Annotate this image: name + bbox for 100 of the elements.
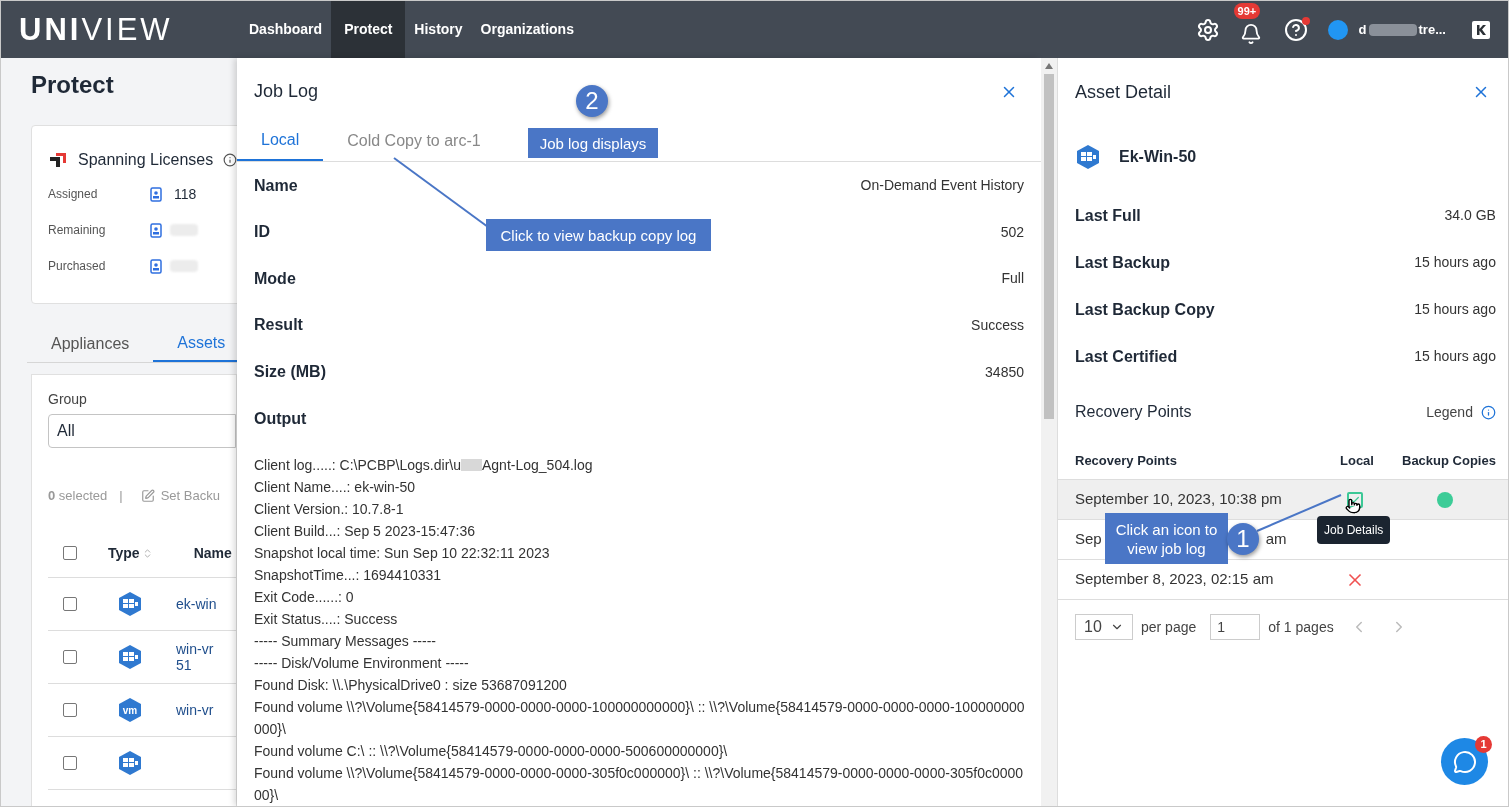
license-label: Remaining (48, 222, 107, 239)
log-line: Client Name....: ek-win-50 (254, 477, 417, 497)
asset-name[interactable]: win-vr (176, 640, 214, 657)
scrollbar[interactable] (1041, 58, 1057, 806)
chat-icon (1452, 749, 1477, 774)
field-label: Result (254, 315, 303, 336)
field-value: 15 hours ago (1414, 300, 1496, 319)
tooltip: Job Details (1317, 516, 1391, 544)
recovery-date: September 8, 2023, 02:15 am (1075, 569, 1274, 590)
panel-title: Job Log (254, 80, 319, 104)
field-value: 15 hours ago (1414, 253, 1496, 272)
asset-name[interactable]: win-vr (176, 701, 214, 718)
field-value: Success (971, 315, 1024, 335)
field-label: ID (254, 222, 270, 243)
log-line: Snapshot local time: Sun Sep 10 22:32:11 2023 (254, 543, 551, 563)
row-checkbox[interactable] (63, 596, 77, 611)
row-checkbox[interactable] (63, 755, 77, 770)
per-page-select[interactable]: 10 (1075, 614, 1133, 640)
field-label: Mode (254, 268, 296, 289)
field-label: Last Full (1075, 205, 1141, 226)
select-all-checkbox[interactable] (63, 546, 77, 560)
callout: Click an icon to view job log (1105, 513, 1228, 564)
edit-icon[interactable] (140, 488, 155, 503)
license-label: Purchased (48, 258, 107, 275)
settings-icon[interactable] (1195, 17, 1220, 42)
field-value: 34850 (985, 362, 1024, 382)
app-logo-icon[interactable] (1472, 20, 1490, 39)
windows-icon (117, 590, 143, 617)
field-value: 15 hours ago (1414, 347, 1496, 366)
callout: Job log displays (528, 128, 658, 158)
column-header[interactable]: Type (108, 542, 140, 564)
row-checkbox[interactable] (63, 649, 77, 664)
card-title: Spanning Licenses (78, 150, 214, 170)
field-value: Full (1001, 269, 1024, 289)
field-label: Name (254, 175, 298, 196)
group-select[interactable]: All (48, 414, 236, 448)
user-name[interactable]: d (1358, 19, 1367, 40)
field-value: 502 (1000, 222, 1024, 242)
avatar[interactable] (1327, 19, 1348, 40)
asset-name[interactable]: 51 (176, 656, 214, 673)
field-value: 34.0 GB (1444, 206, 1496, 225)
field-label: Last Backup Copy (1075, 299, 1215, 320)
tab[interactable]: Local (237, 121, 324, 162)
log-line: Client Build...: Sep 5 2023-15:47:36 (254, 521, 477, 541)
page-count: of 1 pages (1268, 617, 1334, 637)
id-badge-icon (150, 222, 162, 238)
field-value: On-Demand Event History (860, 176, 1024, 196)
recovery-point-row[interactable]: September 10, 2023, 10:38 pm (1058, 480, 1508, 520)
asset-name[interactable]: ek-win (176, 595, 217, 612)
log-line: Found volume \\?\Volume{58414579-0000-0000-0000-100000000000}\ :: \\?\Volume{58414579-0000-0000-0000-100000000000}\ (254, 697, 1026, 739)
redacted-text (461, 458, 482, 471)
page-title: Protect (31, 70, 115, 100)
nav-tab[interactable]: Dashboard (240, 1, 332, 58)
nav-tab[interactable]: History (405, 1, 472, 58)
asset-name: Ek-Win-50 (1119, 147, 1197, 167)
hand-cursor-icon (1345, 497, 1361, 515)
license-label: Assigned (48, 186, 99, 203)
log-line: Found Disk: \\.\PhysicalDrive0 : size 53687091200 (254, 675, 568, 695)
bell-icon[interactable] (1239, 22, 1262, 45)
selection-count: 0 selected (48, 487, 108, 505)
tab[interactable]: Cold Copy to arc-1 (323, 121, 505, 162)
recovery-date: September 10, 2023, 10:38 pm (1075, 489, 1282, 510)
vm-icon: vm (117, 696, 143, 723)
log-line: ----- Disk/Volume Environment ----- (254, 653, 470, 673)
user-name[interactable]: tre... (1418, 19, 1446, 40)
log-line: Client Version.: 10.7.8-1 (254, 499, 405, 519)
column-header: Local (1340, 451, 1375, 470)
field-label: Group (48, 390, 88, 409)
notification-badge: 99+ (1233, 2, 1261, 19)
brand-icon (48, 151, 68, 169)
log-line: SnapshotTime...: 1694410331 (254, 565, 443, 585)
field-label: Size (MB) (254, 362, 326, 383)
recovery-date: Sep (1075, 529, 1102, 550)
row-checkbox[interactable] (63, 702, 77, 717)
callout: Click to view backup copy log (486, 219, 711, 251)
log-line: ----- Summary Messages ----- (254, 631, 437, 651)
scroll-up-arrow-icon[interactable] (1045, 63, 1053, 69)
section-title: Recovery Points (1075, 402, 1192, 422)
page-input[interactable]: 1 (1210, 614, 1261, 640)
scrollbar-thumb[interactable] (1044, 74, 1054, 419)
legend-label: Legend (1426, 402, 1473, 422)
nav-tab[interactable]: Protect (331, 1, 406, 58)
info-icon[interactable] (1480, 404, 1496, 420)
tab[interactable]: Appliances (27, 326, 154, 362)
divider-mark: | (119, 487, 123, 505)
log-line: Exit Status....: Success (254, 609, 399, 629)
help-icon[interactable] (1283, 17, 1308, 42)
column-header[interactable]: Name (193, 542, 232, 564)
id-badge-icon (150, 186, 162, 202)
field-label: Output (254, 408, 307, 429)
column-header: Backup Copies (1402, 451, 1496, 470)
column-header: Recovery Points (1075, 451, 1178, 470)
log-line: Found volume \\?\Volume{58414579-0000-0000-0000-305f0c000000}\ :: \\?\Volume{58414579-0000-0000-0000-305f0c000000}\ (254, 763, 1025, 805)
field-label: Last Backup (1075, 252, 1171, 273)
windows-icon (117, 749, 143, 776)
per-page-label: per page (1141, 617, 1197, 637)
nav-tab[interactable]: Organizations (471, 1, 583, 58)
logo: UNIVIEW (19, 14, 174, 45)
info-icon[interactable] (223, 153, 237, 167)
recovery-date: am (1265, 529, 1287, 550)
